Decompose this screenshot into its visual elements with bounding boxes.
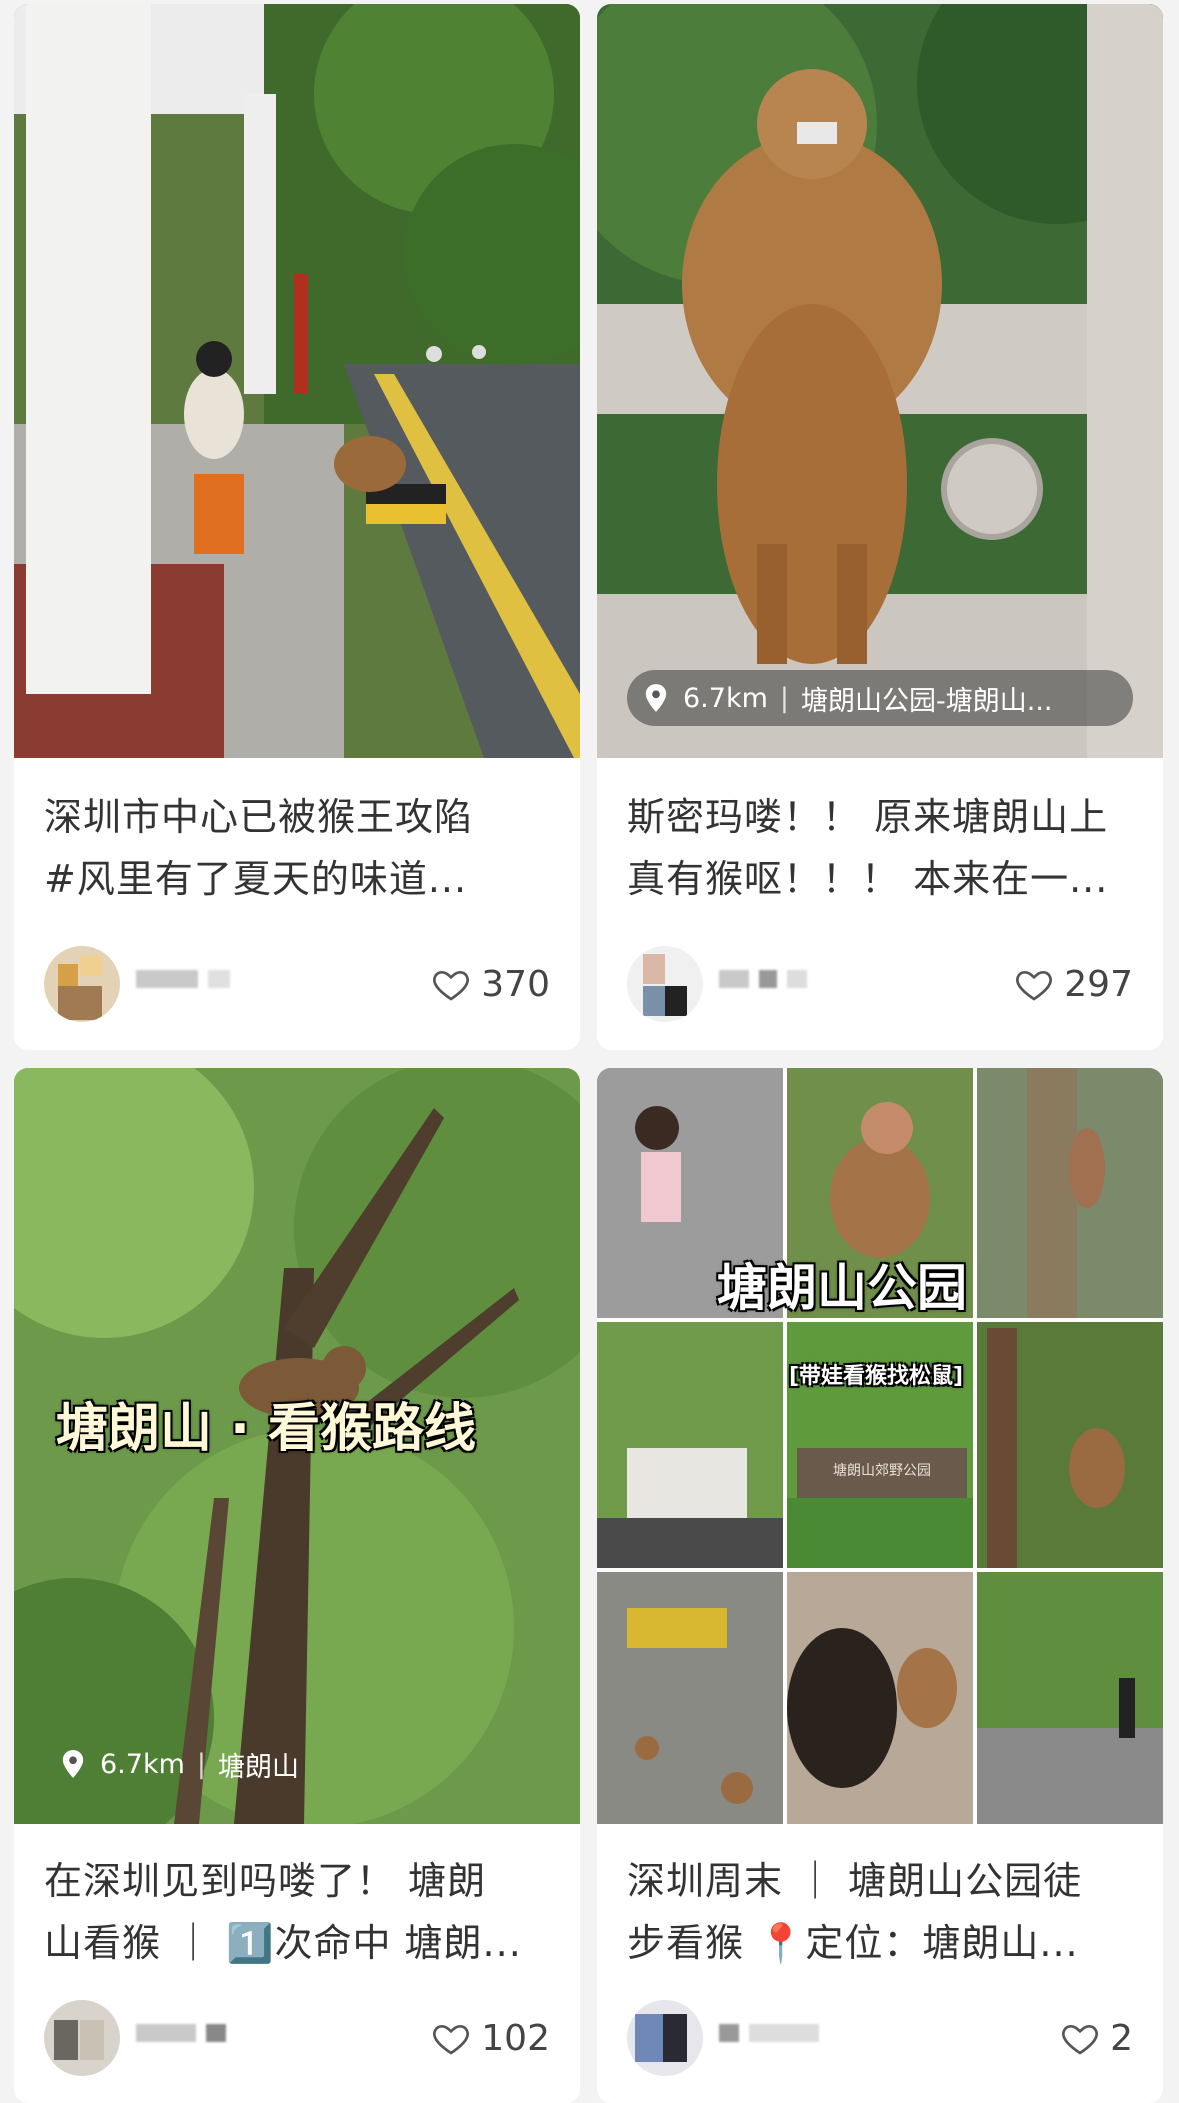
avatar[interactable] [627, 2000, 703, 2076]
post-title[interactable]: 在深圳见到吗喽了！ 塘朗 山看猴 ｜ 1️⃣次命中 塘朗... [44, 1850, 554, 1974]
post-title[interactable]: 深圳周末 ｜ 塘朗山公园徒 步看猴 📍定位：塘朗山... [627, 1850, 1137, 1974]
park-sign-text: 塘朗山郊野公园 [833, 1463, 931, 1479]
post-cover-image[interactable]: 塘朗山 · 看猴路线 6.7km | 塘朗山 [14, 1068, 580, 1824]
post-author[interactable]: 297 [627, 946, 1133, 1022]
separator: | [196, 1748, 206, 1780]
feed-card[interactable]: 6.7km | 塘朗山公园-塘朗山... 斯密玛喽！！ 原来塘朗山上 真有猴呕！… [597, 4, 1163, 1050]
like-count: 2 [1110, 2017, 1133, 2059]
author-name-blurred [136, 2024, 236, 2050]
location-pin-icon [62, 1750, 84, 1778]
separator: | [779, 682, 789, 714]
post-cover-image[interactable] [14, 4, 580, 758]
post-author[interactable]: 2 [627, 2000, 1133, 2076]
like-count: 370 [481, 963, 550, 1005]
like-button[interactable]: 102 [431, 2016, 550, 2060]
author-name-blurred [719, 970, 817, 996]
post-title[interactable]: 斯密玛喽！！ 原来塘朗山上 真有猴呕！！！ 本来在一... [627, 786, 1137, 910]
like-button[interactable]: 370 [431, 962, 550, 1006]
post-title[interactable]: 深圳市中心已被猴王攻陷 #风里有了夏天的味道... [44, 786, 554, 910]
location-distance: 6.7km [100, 1748, 185, 1780]
post-cover-image[interactable]: 6.7km | 塘朗山公园-塘朗山... [597, 4, 1163, 758]
waterfall-feed: 深圳市中心已被猴王攻陷 #风里有了夏天的味道... 370 6.7km | 塘朗… [0, 0, 1179, 2103]
cover-overlay-title: 塘朗山公园 [717, 1259, 967, 1317]
avatar[interactable] [44, 946, 120, 1022]
post-author[interactable]: 370 [44, 946, 550, 1022]
location-place: 塘朗山公园-塘朗山... [801, 685, 1053, 717]
post-cover-image[interactable]: 塘朗山公园 [带娃看猴找松鼠] 塘朗山郊野公园 [597, 1068, 1163, 1824]
author-name-blurred [136, 970, 240, 996]
like-count: 102 [481, 2017, 550, 2059]
heart-icon [1062, 2024, 1099, 2055]
heart-icon [433, 2024, 470, 2055]
location-tag[interactable]: 6.7km | 塘朗山公园-塘朗山... [627, 670, 1133, 726]
feed-card[interactable]: 塘朗山公园 [带娃看猴找松鼠] 塘朗山郊野公园 深圳周末 ｜ 塘朗山公园徒 步看… [597, 1068, 1163, 2103]
like-button[interactable]: 297 [1014, 962, 1133, 1006]
location-tag[interactable]: 6.7km | 塘朗山 [44, 1736, 319, 1792]
location-pin-icon [645, 684, 667, 712]
location-distance: 6.7km [683, 682, 768, 714]
avatar[interactable] [627, 946, 703, 1022]
like-button[interactable]: 2 [1060, 2016, 1133, 2060]
avatar[interactable] [44, 2000, 120, 2076]
heart-icon [1016, 970, 1053, 1001]
heart-icon [433, 970, 470, 1001]
feed-card[interactable]: 塘朗山 · 看猴路线 6.7km | 塘朗山 在深圳见到吗喽了！ 塘朗 山看猴 … [14, 1068, 580, 2103]
cover-overlay-subtitle: [带娃看猴找松鼠] [789, 1364, 964, 1389]
author-name-blurred [719, 2024, 829, 2050]
post-author[interactable]: 102 [44, 2000, 550, 2076]
location-place: 塘朗山 [218, 1751, 299, 1783]
cover-overlay-title: 塘朗山 · 看猴路线 [56, 1399, 476, 1459]
feed-card[interactable]: 深圳市中心已被猴王攻陷 #风里有了夏天的味道... 370 [14, 4, 580, 1050]
like-count: 297 [1064, 963, 1133, 1005]
